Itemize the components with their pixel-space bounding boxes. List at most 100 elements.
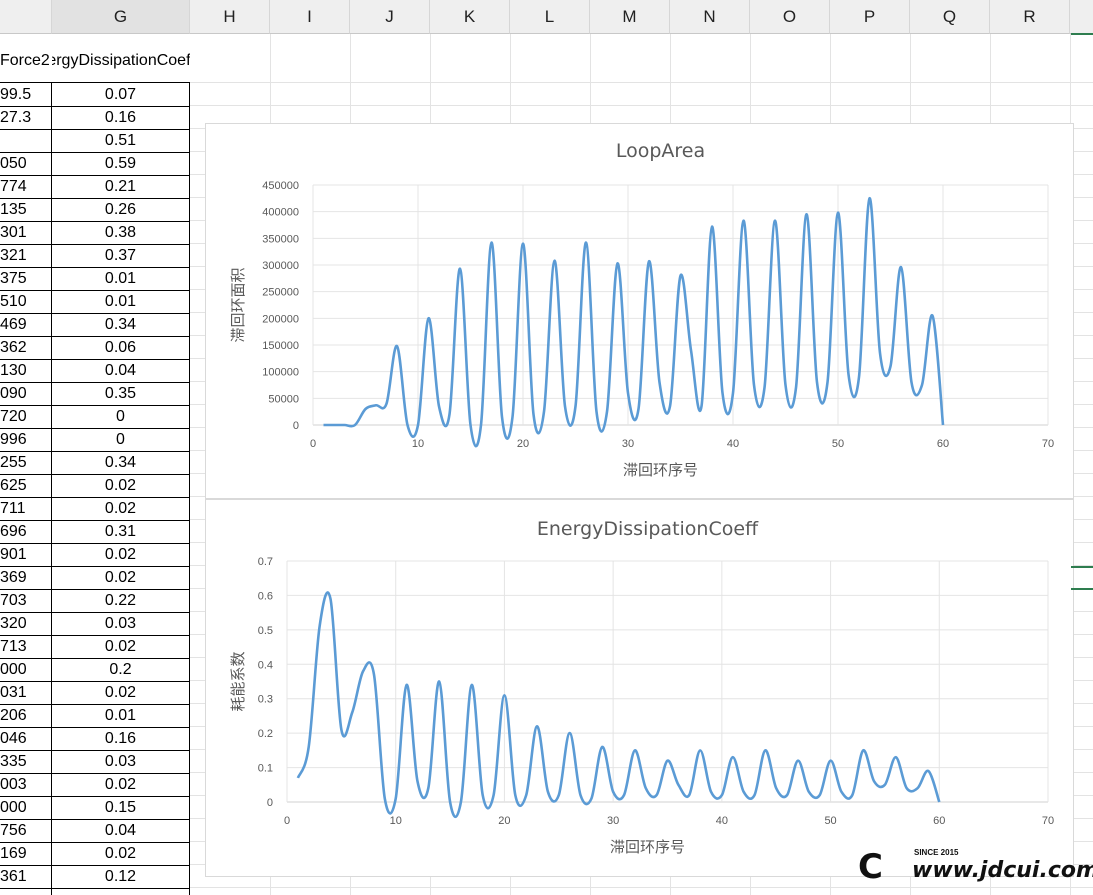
- column-header-h[interactable]: H: [190, 0, 270, 34]
- table-cell-f[interactable]: 510: [0, 291, 51, 313]
- table-cell-g[interactable]: 0.22: [52, 590, 189, 612]
- table-cell-g[interactable]: 0.16: [52, 728, 189, 750]
- table-cell-f[interactable]: 050: [0, 153, 51, 175]
- table-cell-g[interactable]: 0.02: [52, 475, 189, 497]
- loop-area-chart[interactable]: 0 50000 100000 150000 200000 250000 300000 3500…: [205, 123, 1074, 499]
- table-cell-f[interactable]: 713: [0, 636, 51, 658]
- column-header-n[interactable]: N: [670, 0, 750, 34]
- column-header-q[interactable]: Q: [910, 0, 990, 34]
- table-cell-f[interactable]: 031: [0, 682, 51, 704]
- series-line: [296, 591, 941, 819]
- table-cell-f[interactable]: 090: [0, 383, 51, 405]
- table-cell-g[interactable]: 0.02: [52, 843, 189, 865]
- column-header-g[interactable]: G: [52, 0, 190, 34]
- table-cell-g[interactable]: 0: [52, 406, 189, 428]
- column-header-r[interactable]: R: [990, 0, 1070, 34]
- table-cell-g[interactable]: 0.34: [52, 314, 189, 336]
- table-cell-f[interactable]: 000: [0, 797, 51, 819]
- table-cell-f[interactable]: 135: [0, 199, 51, 221]
- table-cell-f[interactable]: 169: [0, 843, 51, 865]
- table-cell-g[interactable]: 0.16: [52, 107, 189, 129]
- table-cell-f[interactable]: 301: [0, 222, 51, 244]
- table-cell-g[interactable]: 0.37: [52, 245, 189, 267]
- y-tick-label: 300000: [262, 260, 299, 272]
- watermark-since: SINCE 2015: [914, 848, 959, 857]
- table-cell-f[interactable]: [0, 130, 51, 152]
- table-cell-f[interactable]: 362: [0, 337, 51, 359]
- column-header-s[interactable]: [1070, 0, 1093, 34]
- table-cell-f[interactable]: 696: [0, 521, 51, 543]
- table-cell-f[interactable]: 996: [0, 429, 51, 451]
- table-cell-g[interactable]: 0: [52, 429, 189, 451]
- table-cell-f[interactable]: 369: [0, 567, 51, 589]
- cell-g-header[interactable]: ergyDissipationCoeff: [52, 49, 190, 73]
- table-cell-f[interactable]: 046: [0, 728, 51, 750]
- column-header-p[interactable]: P: [830, 0, 910, 34]
- table-cell-g[interactable]: 0.03: [52, 613, 189, 635]
- table-cell-g[interactable]: 0.15: [52, 797, 189, 819]
- table-cell-g[interactable]: 0.02: [52, 544, 189, 566]
- table-cell-g[interactable]: 0.59: [52, 153, 189, 175]
- table-cell-g[interactable]: 0.51: [52, 130, 189, 152]
- table-cell-g[interactable]: 0.12: [52, 866, 189, 888]
- table-cell-g[interactable]: 0.35: [52, 383, 189, 405]
- y-axis-label: 耗能系数: [229, 651, 247, 711]
- table-cell-f[interactable]: 901: [0, 544, 51, 566]
- y-tick-label: 0: [293, 420, 299, 432]
- table-cell-f[interactable]: 469: [0, 314, 51, 336]
- table-cell-g[interactable]: 0.2: [52, 659, 189, 681]
- table-cell-f[interactable]: 335: [0, 751, 51, 773]
- table-cell-f[interactable]: 003: [0, 774, 51, 796]
- x-tick-label: 60: [933, 815, 945, 827]
- table-cell-f[interactable]: 206: [0, 705, 51, 727]
- table-cell-g[interactable]: 0.01: [52, 291, 189, 313]
- table-cell-g[interactable]: 0.02: [52, 682, 189, 704]
- table-cell-f[interactable]: 703: [0, 590, 51, 612]
- table-cell-f[interactable]: 27.3: [0, 107, 51, 129]
- y-tick-label: 450000: [262, 180, 299, 192]
- table-cell-g[interactable]: 0.03: [52, 751, 189, 773]
- table-cell-g[interactable]: 0.07: [52, 84, 189, 106]
- table-cell-f[interactable]: 720: [0, 406, 51, 428]
- table-cell-f[interactable]: 711: [0, 498, 51, 520]
- table-cell-f[interactable]: 361: [0, 866, 51, 888]
- table-cell-g[interactable]: 0.38: [52, 222, 189, 244]
- column-header-o[interactable]: O: [750, 0, 830, 34]
- y-tick-label: 150000: [262, 340, 299, 352]
- table-cell-f[interactable]: 99.5: [0, 84, 51, 106]
- table-cell-g[interactable]: 0.21: [52, 176, 189, 198]
- table-cell-f[interactable]: 255: [0, 452, 51, 474]
- table-cell-g[interactable]: 0.04: [52, 820, 189, 842]
- column-header-k[interactable]: K: [430, 0, 510, 34]
- table-cell-g[interactable]: 0.02: [52, 636, 189, 658]
- column-header-m[interactable]: M: [590, 0, 670, 34]
- table-cell-g[interactable]: 0.02: [52, 498, 189, 520]
- column-header-f[interactable]: [0, 0, 52, 34]
- table-cell-f[interactable]: 000: [0, 659, 51, 681]
- cell-f-header[interactable]: Force2: [0, 49, 52, 73]
- table-cell-f[interactable]: 320: [0, 613, 51, 635]
- table-cell-f[interactable]: 375: [0, 268, 51, 290]
- table-cell-g[interactable]: 0.34: [52, 452, 189, 474]
- table-cell-f[interactable]: 774: [0, 176, 51, 198]
- table-cell-g[interactable]: 0.06: [52, 337, 189, 359]
- table-cell-g[interactable]: 0.02: [52, 567, 189, 589]
- table-cell-g[interactable]: 0.02: [52, 774, 189, 796]
- energy-dissipation-chart[interactable]: 0 0.1 0.2 0.3 0.4 0.5 0.6 0.7 0 10 20 30 40 50 60 70 Ene…: [205, 499, 1074, 877]
- table-cell-g[interactable]: 0.26: [52, 199, 189, 221]
- spreadsheet[interactable]: G H I J K L M N O P Q R Force2 ergyDissi…: [0, 0, 1093, 895]
- table-cell-f[interactable]: 130: [0, 360, 51, 382]
- column-header-j[interactable]: J: [350, 0, 430, 34]
- table-cell-g[interactable]: 0.01: [52, 705, 189, 727]
- table-cell-f[interactable]: 756: [0, 820, 51, 842]
- table-cell-g[interactable]: 0.04: [52, 360, 189, 382]
- table-cell-g[interactable]: 0.31: [52, 521, 189, 543]
- x-tick-label: 20: [498, 815, 510, 827]
- column-header-i[interactable]: I: [270, 0, 350, 34]
- x-tick-label: 50: [824, 815, 836, 827]
- table-cell-f[interactable]: 625: [0, 475, 51, 497]
- table-cell-f[interactable]: 321: [0, 245, 51, 267]
- column-header-l[interactable]: L: [510, 0, 590, 34]
- watermark-logo: C: [858, 847, 883, 887]
- table-cell-g[interactable]: 0.01: [52, 268, 189, 290]
